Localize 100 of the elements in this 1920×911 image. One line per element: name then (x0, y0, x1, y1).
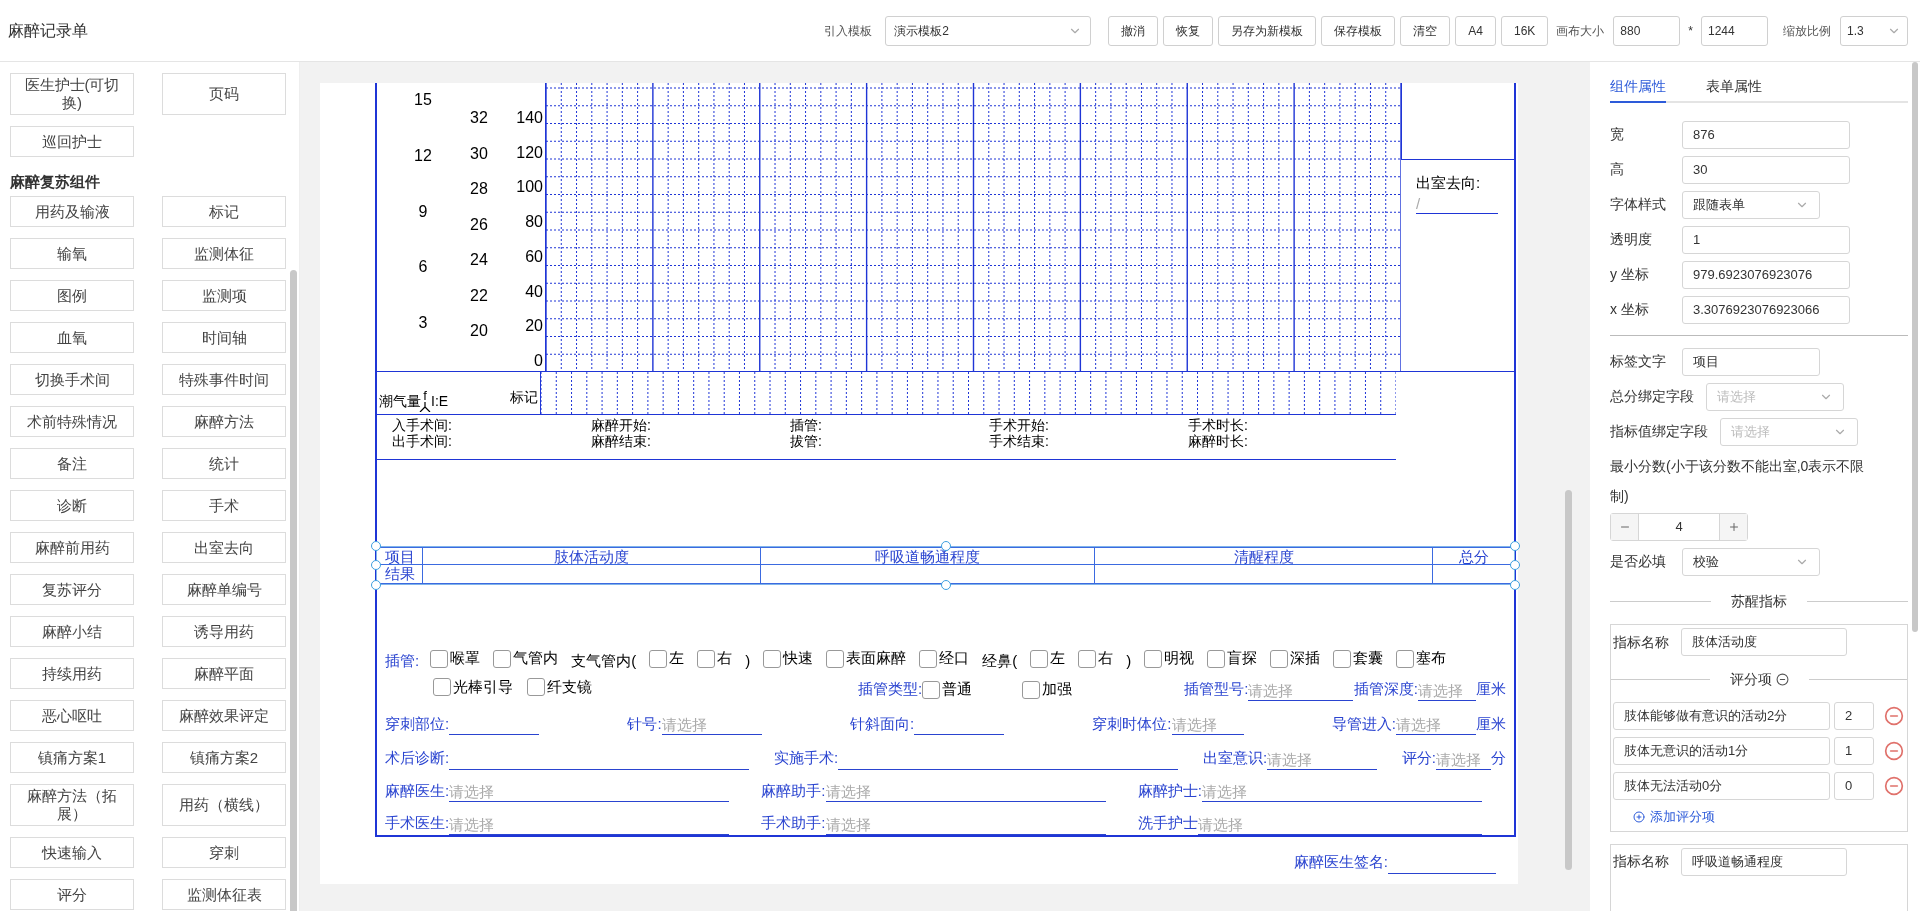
checkbox[interactable] (826, 649, 845, 668)
scrollbar-thumb[interactable] (1912, 62, 1918, 632)
checkbox[interactable] (1207, 649, 1226, 668)
scrollbar-thumb[interactable] (290, 270, 297, 911)
checkbox[interactable] (697, 649, 716, 668)
component-button[interactable]: 监测项 (162, 280, 286, 311)
input-field[interactable]: 肢体无法活动0分 (1613, 772, 1830, 800)
checkbox[interactable] (433, 678, 451, 697)
height-input[interactable]: 1244 (1701, 15, 1768, 46)
component-button[interactable]: 监测体征表 (162, 879, 286, 910)
number-stepper[interactable]: 4 (1610, 513, 1748, 541)
component-button[interactable]: 评分 (10, 879, 134, 910)
width-input[interactable]: 880 (1613, 15, 1681, 46)
input-field[interactable]: 呼吸道畅通程度 (1681, 847, 1847, 876)
component-button[interactable]: 诱导用药 (162, 616, 286, 647)
component-button[interactable]: 镇痛方案2 (162, 742, 286, 773)
component-button[interactable]: 医生护士(可切换) (10, 73, 134, 115)
component-button[interactable]: 诊断 (10, 490, 134, 521)
checkbox[interactable] (1030, 649, 1049, 668)
checkbox[interactable] (493, 649, 512, 668)
input-field[interactable]: 979.6923076923076 (1682, 260, 1850, 289)
component-button[interactable]: 麻醉方法 (162, 406, 286, 437)
component-button[interactable]: 麻醉平面 (162, 658, 286, 689)
select-field[interactable]: 校验 (1682, 547, 1820, 576)
checkbox[interactable] (919, 649, 938, 668)
component-button[interactable]: 用药及输液 (10, 196, 134, 227)
component-button[interactable]: 出室去向 (162, 532, 286, 563)
input-field[interactable]: 0 (1834, 772, 1874, 800)
component-button[interactable]: 监测体征 (162, 238, 286, 269)
axis-label: 6 (418, 257, 428, 278)
remove-icon[interactable] (1884, 741, 1904, 761)
component-button[interactable]: 镇痛方案1 (10, 742, 134, 773)
checkbox[interactable] (1270, 649, 1289, 668)
toolbar-button[interactable]: 另存为新模板 (1218, 15, 1317, 46)
component-button[interactable]: 穿刺 (162, 837, 286, 868)
input-field[interactable]: 876 (1682, 120, 1850, 149)
remove-icon[interactable] (1884, 776, 1904, 796)
checkbox[interactable] (922, 680, 941, 699)
component-button[interactable]: 麻醉小结 (10, 616, 134, 647)
toolbar-button[interactable]: 保存模板 (1321, 15, 1396, 46)
input-field[interactable]: 项目 (1682, 347, 1820, 376)
select-field[interactable]: 跟随表单 (1682, 190, 1820, 219)
component-button[interactable]: 恶心呕吐 (10, 700, 134, 731)
input-field[interactable]: 1 (1834, 737, 1874, 765)
panel-tab[interactable]: 表单属性 (1706, 72, 1762, 103)
input-field[interactable]: 2 (1834, 702, 1874, 730)
toolbar-button[interactable]: A4 (1455, 15, 1496, 46)
component-button[interactable]: 巡回护士 (10, 126, 134, 157)
component-button[interactable]: 麻醉效果评定 (162, 700, 286, 731)
component-button[interactable]: 手术 (162, 490, 286, 521)
scrollbar-thumb[interactable] (1565, 490, 1572, 870)
input-field[interactable]: 3.3076923076923066 (1682, 295, 1850, 324)
checkbox[interactable] (1396, 649, 1415, 668)
score-table[interactable]: 项目 肢体活动度 呼吸道畅通程度 清醒程度 总分 结果 (377, 547, 1514, 584)
checkbox[interactable] (1022, 680, 1041, 699)
checkbox[interactable] (1078, 649, 1097, 668)
remove-icon[interactable] (1884, 706, 1904, 726)
input-field[interactable]: 肢体能够做有意识的活动2分 (1613, 702, 1830, 730)
toolbar-button[interactable]: 恢复 (1163, 15, 1214, 46)
field-label: 字体样式 (1610, 195, 1667, 214)
checkbox[interactable] (527, 678, 545, 697)
toolbar-button[interactable]: 16K (1500, 15, 1549, 46)
plus-icon[interactable] (1727, 521, 1740, 533)
component-button[interactable]: 统计 (162, 448, 286, 479)
component-button[interactable]: 用药（横线） (162, 784, 286, 826)
checkbox[interactable] (430, 649, 449, 668)
component-button[interactable]: 标记 (162, 196, 286, 227)
component-button[interactable]: 复苏评分 (10, 574, 134, 605)
input-field[interactable]: 肢体活动度 (1681, 628, 1847, 656)
checkbox[interactable] (1333, 649, 1352, 668)
component-button[interactable]: 时间轴 (162, 322, 286, 353)
component-button[interactable]: 麻醉前用药 (10, 532, 134, 563)
zoom-select[interactable]: 1.3 (1840, 15, 1908, 46)
panel-tab[interactable]: 组件属性 (1610, 72, 1666, 103)
component-button[interactable]: 页码 (162, 73, 286, 115)
input-field[interactable]: 肢体无意识的活动1分 (1613, 737, 1830, 765)
resize-handle[interactable] (940, 541, 951, 551)
add-score-item-link[interactable]: 添加评分项 (1633, 807, 1715, 827)
resize-handle[interactable] (940, 580, 951, 590)
component-button[interactable]: 输氧 (10, 238, 134, 269)
component-button[interactable]: 术前特殊情况 (10, 406, 134, 437)
time-label: 拔管: (790, 433, 823, 449)
toolbar-button[interactable]: 清空 (1400, 15, 1451, 46)
checkbox[interactable] (1144, 649, 1163, 668)
checkbox[interactable] (763, 649, 782, 668)
collapse-icon[interactable] (1775, 673, 1789, 686)
component-button[interactable]: 备注 (10, 448, 134, 479)
component-button[interactable]: 图例 (10, 280, 134, 311)
component-button[interactable]: 麻醉方法（拓展） (10, 784, 134, 826)
template-select[interactable]: 演示模板2 (885, 15, 1092, 46)
component-button[interactable]: 持续用药 (10, 658, 134, 689)
component-button[interactable]: 血氧 (10, 322, 134, 353)
component-button[interactable]: 快速输入 (10, 837, 134, 868)
checkbox[interactable] (649, 649, 668, 668)
input-field[interactable]: 30 (1682, 155, 1850, 184)
component-button[interactable]: 麻醉单编号 (162, 574, 286, 605)
toolbar-button[interactable]: 撤消 (1108, 15, 1159, 46)
component-button[interactable]: 切换手术间 (10, 364, 134, 395)
input-field[interactable]: 1 (1682, 225, 1850, 254)
component-button[interactable]: 特殊事件时间 (162, 364, 286, 395)
